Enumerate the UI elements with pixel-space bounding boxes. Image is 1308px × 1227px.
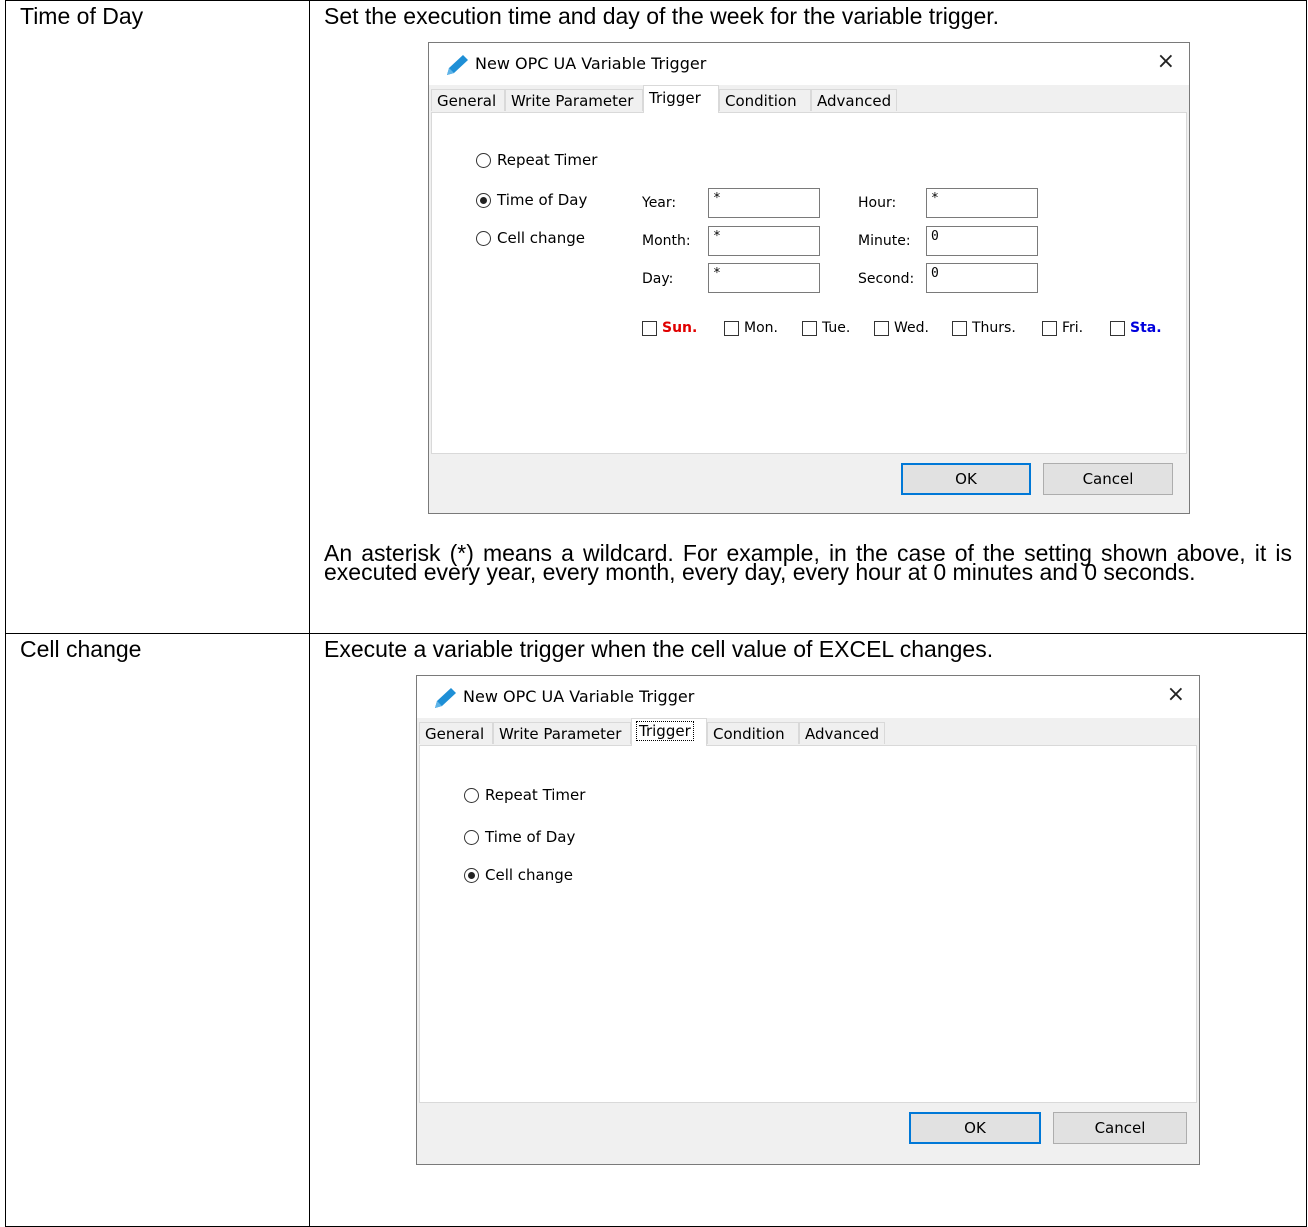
close-icon[interactable]: × [1157,49,1175,74]
checkbox-mon[interactable]: Mon. [724,320,778,336]
year-input[interactable]: * [708,188,820,218]
radio-circle-selected [476,192,491,208]
radio-circle [476,230,491,246]
checkbox-sat[interactable]: Sta. [1110,320,1162,336]
radio-cell-change[interactable]: Cell change [476,229,585,247]
dialog-title: New OPC UA Variable Trigger [475,54,707,73]
checkbox-box [874,320,889,336]
radio-time-of-day[interactable]: Time of Day [476,191,587,209]
ok-button[interactable]: OK [909,1112,1041,1144]
tab-condition[interactable]: Condition [719,89,811,111]
checkbox-box [1042,320,1057,336]
minute-input[interactable]: 0 [926,226,1038,256]
trigger-dialog-cell-change: New OPC UA Variable Trigger × General Wr… [416,675,1200,1165]
description-cell: Execute a variable trigger when the cell… [309,633,1307,1227]
pencil-icon [447,55,468,75]
checkbox-wed[interactable]: Wed. [874,320,929,336]
radio-repeat-timer[interactable]: Repeat Timer [476,151,597,169]
term-cell: Time of Day [5,0,310,634]
tab-bar: General Write Parameter Trigger Conditio… [429,85,1189,113]
trigger-panel: Repeat Timer Time of Day Cell change [419,745,1197,1103]
radio-cell-change[interactable]: Cell change [464,866,573,884]
dialog-title: New OPC UA Variable Trigger [463,687,695,706]
day-input[interactable]: * [708,263,820,293]
cancel-button[interactable]: Cancel [1043,463,1173,495]
close-icon[interactable]: × [1167,682,1185,707]
radio-circle [476,152,491,168]
dialog-titlebar[interactable]: New OPC UA Variable Trigger × [417,676,1199,718]
minute-label: Minute: [858,233,911,249]
checkbox-box [642,320,657,336]
tab-condition[interactable]: Condition [707,722,799,744]
term-cell-change: Cell change [20,636,142,662]
term-cell: Cell change [5,633,310,1227]
tab-advanced[interactable]: Advanced [811,89,897,111]
description-cell: Set the execution time and day of the we… [309,0,1307,634]
tab-write-parameter[interactable]: Write Parameter [493,722,631,744]
second-input[interactable]: 0 [926,263,1038,293]
tab-general[interactable]: General [431,89,505,111]
hour-input[interactable]: * [926,188,1038,218]
hour-label: Hour: [858,195,897,211]
checkbox-sun[interactable]: Sun. [642,320,697,336]
radio-circle-selected [464,867,479,883]
second-label: Second: [858,271,915,287]
checkbox-thurs[interactable]: Thurs. [952,320,1016,336]
month-input[interactable]: * [708,226,820,256]
checkbox-box [952,320,967,336]
description-cell-change: Execute a variable trigger when the cell… [324,636,994,662]
tab-trigger[interactable]: Trigger [631,718,707,746]
day-label: Day: [642,271,674,287]
description-time-of-day: Set the execution time and day of the we… [324,3,1000,29]
checkbox-tue[interactable]: Tue. [802,320,850,336]
dialog-titlebar[interactable]: New OPC UA Variable Trigger × [429,43,1189,85]
cancel-button[interactable]: Cancel [1053,1112,1187,1144]
tab-bar: General Write Parameter Trigger Conditio… [417,718,1199,746]
radio-repeat-timer[interactable]: Repeat Timer [464,786,585,804]
radio-circle [464,829,479,845]
year-label: Year: [642,195,677,211]
trigger-panel: Repeat Timer Time of Day Cell change Yea… [431,112,1187,454]
checkbox-box [724,320,739,336]
definition-table: Time of Day Set the execution time and d… [5,0,1307,1227]
tab-general[interactable]: General [419,722,493,744]
month-label: Month: [642,233,691,249]
tab-write-parameter[interactable]: Write Parameter [505,89,643,111]
radio-circle [464,787,479,803]
term-time-of-day: Time of Day [20,3,144,29]
trigger-dialog-time-of-day: New OPC UA Variable Trigger × General Wr… [428,42,1190,514]
wildcard-note: An asterisk (*) means a wildcard. For ex… [324,540,1292,585]
radio-time-of-day[interactable]: Time of Day [464,828,575,846]
tab-trigger[interactable]: Trigger [643,85,719,113]
checkbox-box [1110,320,1125,336]
ok-button[interactable]: OK [901,463,1031,495]
tab-advanced[interactable]: Advanced [799,722,885,744]
pencil-icon [435,688,456,708]
checkbox-fri[interactable]: Fri. [1042,320,1083,336]
checkbox-box [802,320,817,336]
